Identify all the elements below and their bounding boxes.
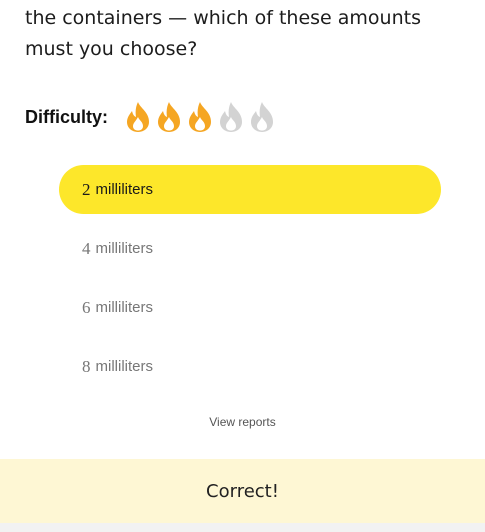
flame-icon-active <box>189 102 211 132</box>
question-text: the containers — which of these amounts … <box>25 7 421 60</box>
answer-option[interactable]: 2 milliliters <box>59 165 441 214</box>
option-amount: 8 <box>82 356 91 376</box>
answer-options: 2 milliliters 4 milliliters 6 milliliter… <box>59 165 441 401</box>
bottom-strip <box>0 523 485 532</box>
difficulty-rating: Difficulty: <box>25 99 279 135</box>
option-unit: milliliters <box>95 181 154 198</box>
feedback-text: Correct! <box>206 480 279 502</box>
answer-option[interactable]: 6 milliliters <box>59 283 441 332</box>
flame-icon-active <box>127 102 149 132</box>
option-amount: 2 <box>82 179 91 199</box>
difficulty-label: Difficulty: <box>25 106 108 127</box>
answer-option[interactable]: 8 milliliters <box>59 342 441 391</box>
feedback-bar: Correct! <box>0 459 485 523</box>
option-unit: milliliters <box>95 240 154 257</box>
flame-icon-inactive <box>220 102 242 132</box>
option-unit: milliliters <box>95 299 154 316</box>
option-amount: 6 <box>82 297 91 317</box>
answer-option[interactable]: 4 milliliters <box>59 224 441 273</box>
flame-icon-active <box>158 102 180 132</box>
option-unit: milliliters <box>95 358 154 375</box>
flame-icon-inactive <box>251 102 273 132</box>
option-amount: 4 <box>82 238 91 258</box>
view-reports-link[interactable]: View reports <box>0 415 485 429</box>
difficulty-flames <box>124 101 279 133</box>
